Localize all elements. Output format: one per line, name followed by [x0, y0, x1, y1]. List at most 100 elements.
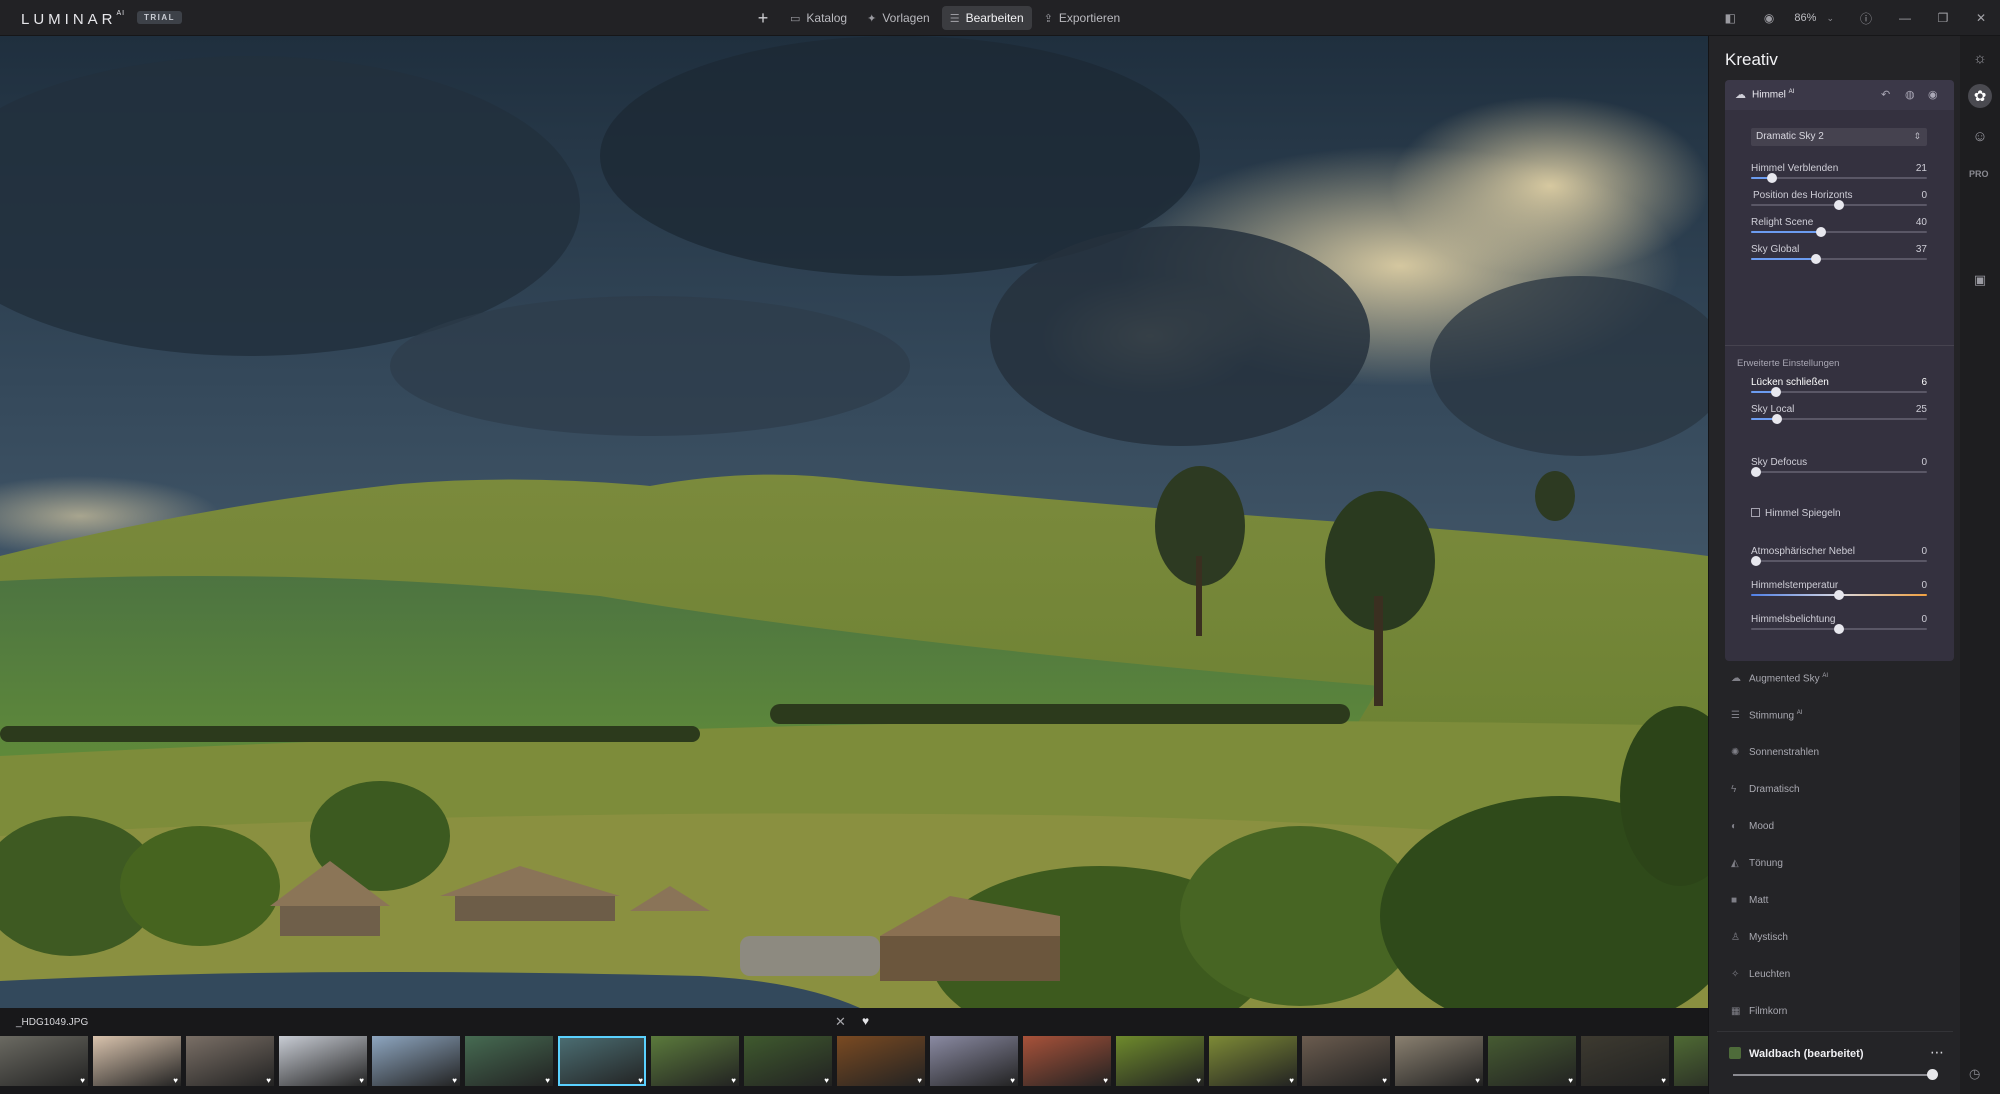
sky-preset-select[interactable]: Dramatic Sky 2 ⇕ — [1751, 128, 1927, 146]
tool-sonnenstrahlen[interactable]: ✺ Sonnenstrahlen — [1725, 738, 1954, 766]
visibility-toggle-icon[interactable]: ◉ — [1928, 88, 1938, 101]
minimize-button[interactable]: — — [1886, 11, 1924, 25]
heart-icon[interactable]: ♥ — [1196, 1076, 1201, 1085]
filmstrip-thumbnail[interactable]: ♥ — [1302, 1036, 1390, 1086]
history-clock-icon[interactable]: ◷ — [1969, 1066, 1980, 1082]
heart-icon[interactable]: ♥ — [1289, 1076, 1294, 1085]
slider-knob[interactable] — [1816, 227, 1826, 237]
heart-icon[interactable]: ♥ — [1103, 1076, 1108, 1085]
heart-icon[interactable]: ♥ — [266, 1076, 271, 1085]
tool-leuchten[interactable]: ✧ Leuchten — [1725, 960, 1954, 988]
slider-sky-local[interactable]: Sky Local 25 — [1751, 404, 1927, 428]
tool-mood[interactable]: ◐ Mood — [1725, 812, 1954, 840]
slider-himmelsbelichtung[interactable]: Himmelsbelichtung 0 — [1751, 614, 1927, 638]
himmel-spiegeln-checkbox[interactable]: Himmel Spiegeln — [1751, 508, 1841, 519]
slider-knob[interactable] — [1834, 624, 1844, 634]
heart-icon[interactable]: ♥ — [824, 1076, 829, 1085]
heart-icon[interactable]: ♥ — [1382, 1076, 1387, 1085]
heart-icon[interactable]: ♥ — [1010, 1076, 1015, 1085]
slider-himmelstemperatur[interactable]: Himmelstemperatur 0 — [1751, 580, 1927, 604]
creative-palette-icon[interactable]: ✿ — [1968, 84, 1992, 108]
filmstrip-thumbnail[interactable]: ♥ — [186, 1036, 274, 1086]
compare-icon[interactable]: ◧ — [1725, 11, 1736, 25]
heart-icon[interactable]: ♥ — [173, 1076, 178, 1085]
pro-label[interactable]: PRO — [1969, 169, 1989, 179]
chevron-down-icon[interactable]: ⌄ — [1826, 13, 1834, 24]
heart-icon[interactable]: ♥ — [917, 1076, 922, 1085]
slider-sky-defocus[interactable]: Sky Defocus 0 — [1751, 457, 1927, 481]
close-icon[interactable]: ✕ — [835, 1014, 846, 1030]
heart-icon[interactable]: ♥ — [638, 1076, 643, 1085]
tab-bearbeiten[interactable]: ☰ Bearbeiten — [941, 6, 1032, 30]
add-photos-button[interactable]: + — [748, 6, 778, 30]
info-icon[interactable]: ⓘ — [1860, 10, 1872, 27]
mask-icon[interactable]: ◍ — [1905, 88, 1915, 101]
heart-icon[interactable]: ♥ — [1475, 1076, 1480, 1085]
heart-icon[interactable]: ♥ — [452, 1076, 457, 1085]
filmstrip-thumbnail[interactable]: ♥ — [1581, 1036, 1669, 1086]
favorite-heart-icon[interactable]: ♥ — [862, 1014, 869, 1028]
filmstrip-thumbnail[interactable]: ♥ — [837, 1036, 925, 1086]
filmstrip-thumbnail[interactable]: ♥ — [930, 1036, 1018, 1086]
slider-knob[interactable] — [1771, 387, 1781, 397]
slider-knob[interactable] — [1751, 467, 1761, 477]
slider-knob[interactable] — [1811, 254, 1821, 264]
filmstrip-thumbnail[interactable]: ♥ — [558, 1036, 646, 1086]
maximize-button[interactable]: ❐ — [1924, 11, 1962, 25]
slider-knob[interactable] — [1751, 556, 1761, 566]
heart-icon[interactable]: ♥ — [731, 1076, 736, 1085]
tool-filmkorn[interactable]: ▦ Filmkorn — [1725, 997, 1954, 1025]
filmstrip-thumbnail[interactable]: ♥ — [465, 1036, 553, 1086]
filmstrip-thumbnail[interactable]: ♥ — [93, 1036, 181, 1086]
essentials-sun-icon[interactable]: ☼ — [1968, 46, 1992, 70]
tool-augmented-sky[interactable]: ☁ Augmented Sky AI — [1725, 664, 1954, 692]
slider-position-horizont[interactable]: Position des Horizonts 0 — [1751, 190, 1927, 214]
slider-sky-global[interactable]: Sky Global 37 — [1751, 244, 1927, 268]
slider-knob[interactable] — [1834, 590, 1844, 600]
heart-icon[interactable]: ♥ — [359, 1076, 364, 1085]
filmstrip-thumbnail[interactable]: ♥ — [1209, 1036, 1297, 1086]
heart-icon[interactable]: ♥ — [80, 1076, 85, 1085]
tool-toenung[interactable]: ◭ Tönung — [1725, 849, 1954, 877]
tool-dramatisch[interactable]: ϟ Dramatisch — [1725, 775, 1954, 803]
himmel-header[interactable]: ☁ Himmel AI ↶ ◍ ◉ — [1725, 80, 1954, 110]
eye-icon[interactable]: ◉ — [1764, 11, 1774, 25]
local-masking-icon[interactable]: ▣ — [1968, 268, 1992, 292]
filmstrip-thumbnail[interactable]: ♥ — [1023, 1036, 1111, 1086]
tool-stimmung[interactable]: ☰ Stimmung AI — [1725, 701, 1954, 729]
filmstrip-thumbnail[interactable]: ♥ — [1116, 1036, 1204, 1086]
slider-atmosphaerischer-nebel[interactable]: Atmosphärischer Nebel 0 — [1751, 546, 1927, 570]
heart-icon[interactable]: ♥ — [1568, 1076, 1573, 1085]
slider-relight-scene[interactable]: Relight Scene 40 — [1751, 217, 1927, 241]
slider-luecken-schliessen[interactable]: Lücken schließen 6 — [1751, 377, 1927, 401]
portrait-face-icon[interactable]: ☺ — [1968, 124, 1992, 148]
close-window-button[interactable]: ✕ — [1962, 11, 2000, 25]
tab-exportieren[interactable]: ⇪ Exportieren — [1036, 6, 1129, 30]
preset-amount-track[interactable] — [1733, 1074, 1933, 1076]
zoom-level[interactable]: 86% — [1794, 12, 1816, 24]
more-options-icon[interactable]: ⋯ — [1930, 1044, 1944, 1061]
filmstrip-thumbnail[interactable]: ♥ — [372, 1036, 460, 1086]
slider-himmel-verblenden[interactable]: Himmel Verblenden 21 — [1751, 163, 1927, 187]
advanced-settings-label[interactable]: Erweiterte Einstellungen — [1737, 358, 1839, 369]
preset-amount-knob[interactable] — [1927, 1069, 1938, 1080]
filmstrip-thumbnail[interactable]: ♥ — [1395, 1036, 1483, 1086]
filmstrip-thumbnail[interactable]: ♥ — [744, 1036, 832, 1086]
tab-katalog[interactable]: ▭ Katalog — [782, 6, 855, 30]
tab-vorlagen[interactable]: ✦ Vorlagen — [859, 6, 938, 30]
filmstrip-thumbnail[interactable]: ♥ — [279, 1036, 367, 1086]
tool-mystisch[interactable]: ♙ Mystisch — [1725, 923, 1954, 951]
undo-icon[interactable]: ↶ — [1881, 88, 1890, 101]
heart-icon[interactable]: ♥ — [545, 1076, 550, 1085]
filmstrip-thumbnail[interactable]: ♥ — [0, 1036, 88, 1086]
slider-knob[interactable] — [1834, 200, 1844, 210]
filmstrip-thumbnail[interactable]: ♥ — [1488, 1036, 1576, 1086]
heart-icon[interactable]: ♥ — [1661, 1076, 1666, 1085]
slider-knob[interactable] — [1767, 173, 1777, 183]
checkbox-icon — [1751, 508, 1760, 517]
photo-canvas[interactable] — [0, 36, 1708, 1008]
slider-knob[interactable] — [1772, 414, 1782, 424]
filmstrip-thumbnail[interactable]: ♥ — [651, 1036, 739, 1086]
tool-matt[interactable]: ■ Matt — [1725, 886, 1954, 914]
applied-preset[interactable]: Waldbach (bearbeitet) ⋯ — [1725, 1044, 1954, 1067]
